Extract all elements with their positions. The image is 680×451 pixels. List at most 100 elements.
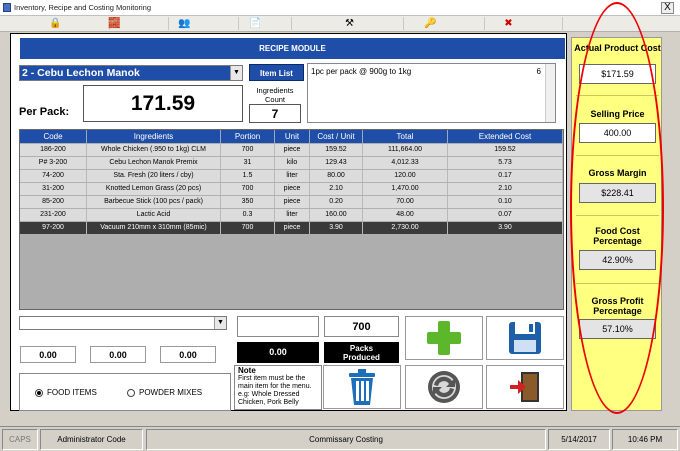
cell-extended-cost: 0.10 (448, 196, 563, 208)
cell-cost-unit: 160.00 (310, 209, 363, 221)
tools-icon: ⚒ (345, 18, 354, 29)
cell-code: 31-200 (20, 183, 87, 195)
radio-checked-icon (35, 388, 43, 397)
ingredients-count-label: Ingredients Count (256, 86, 294, 104)
cell-code: 85-200 (20, 196, 87, 208)
table-row[interactable]: 74-200 Sta. Fresh (20 liters / cby) 1.5 lit… (20, 170, 563, 183)
cell-extended-cost: 159.52 (448, 144, 563, 156)
table-row[interactable]: 97-200 Vacuum 210mm x 310mm (85mic) 700 pie… (20, 222, 563, 235)
cell-total: 111,664.00 (363, 144, 448, 156)
description-text: 1pc per pack @ 900g to 1kg (311, 67, 412, 76)
recipe-select-value: 2 - Cebu Lechon Manok (20, 66, 230, 80)
status-bar: CAPS Administrator Code Commissary Costi… (0, 426, 680, 451)
chevron-down-icon[interactable]: ▼ (230, 66, 242, 80)
cell-code: 186-200 (20, 144, 87, 156)
save-icon (509, 322, 541, 354)
value-box-3[interactable]: 0.00 (160, 346, 216, 363)
cell-total: 2,730.00 (363, 222, 448, 234)
department-indicator: Commissary Costing (146, 429, 546, 450)
cell-cost-unit: 159.52 (310, 144, 363, 156)
cell-total: 4,012.33 (363, 157, 448, 169)
packs-label-line2: Produced (343, 353, 380, 362)
delete-button[interactable] (323, 365, 401, 409)
cell-cost-unit: 0.20 (310, 196, 363, 208)
cell-extended-cost: 5.73 (448, 157, 563, 169)
chevron-down-icon[interactable]: ▼ (214, 317, 226, 329)
value-box-1[interactable]: 0.00 (20, 346, 76, 363)
packs-produced-label: Packs Produced (324, 342, 399, 363)
cell-cost-unit: 80.00 (310, 170, 363, 182)
col-cost-unit[interactable]: Cost / Unit (310, 130, 363, 143)
col-code[interactable]: Code (20, 130, 87, 143)
per-pack-label: Per Pack: (19, 106, 70, 118)
cell-portion: 350 (221, 196, 275, 208)
cell-portion: 0.3 (221, 209, 275, 221)
toolbar-report-button[interactable]: 📄 (220, 17, 292, 30)
cell-portion: 31 (221, 157, 275, 169)
recipe-description-field[interactable]: 1pc per pack @ 900g to 1kg 6 (307, 63, 556, 123)
module-header: RECIPE MODULE (20, 38, 565, 59)
cell-total: 48.00 (363, 209, 448, 221)
packs-label-line1: Packs (349, 344, 374, 353)
radio-food-items[interactable]: FOOD ITEMS (35, 388, 97, 397)
value-box-2[interactable]: 0.00 (90, 346, 146, 363)
note-title: Note (238, 366, 256, 375)
user-indicator: Administrator Code (40, 429, 143, 450)
table-row[interactable]: 85-200 Barbecue Stick (100 pcs / pack) 350… (20, 196, 563, 209)
col-total[interactable]: Total (363, 130, 448, 143)
packs-produced-input[interactable]: 700 (324, 316, 399, 337)
cell-cost-unit: 129.43 (310, 157, 363, 169)
cell-unit: piece (275, 222, 310, 234)
exit-door-icon (510, 372, 539, 402)
description-scrollbar[interactable] (545, 64, 555, 122)
caps-indicator: CAPS (2, 429, 38, 450)
exit-button[interactable] (486, 365, 564, 409)
add-button[interactable] (405, 316, 483, 360)
radio-powder-mixes[interactable]: POWDER MIXES (127, 388, 202, 397)
cell-portion: 1.5 (221, 170, 275, 182)
item-type-group: FOOD ITEMS POWDER MIXES (19, 373, 231, 411)
toolbar: 🔒 🧱 👥 📄 ⚒ 🔑 ✖ (0, 16, 680, 32)
cell-ingredient: Whole Chicken (.950 to 1kg) CLM (87, 144, 221, 156)
cell-code: 74-200 (20, 170, 87, 182)
item-list-button[interactable]: Item List (249, 64, 304, 81)
cell-portion: 700 (221, 144, 275, 156)
table-row[interactable]: 231-200 Lactic Acid 0.3 liter 160.00 48.00 0.0… (20, 209, 563, 222)
cell-ingredient: Knotted Lemon Grass (20 pcs) (87, 183, 221, 195)
close-icon: ✖ (504, 18, 513, 29)
description-number: 6 (536, 67, 541, 76)
lock-icon: 🔒 (49, 18, 62, 29)
col-ingredients[interactable]: Ingredients (87, 130, 221, 143)
cell-code: P# 3-200 (20, 157, 87, 169)
time-indicator: 10:46 PM (612, 429, 678, 450)
annotation-oval (570, 2, 664, 414)
table-row[interactable]: P# 3-200 Cebu Lechon Manok Premix 31 kilo 12… (20, 157, 563, 170)
cell-total: 1,470.00 (363, 183, 448, 195)
col-portion[interactable]: Portion (221, 130, 275, 143)
total-display: 0.00 (237, 342, 319, 363)
per-pack-value: 171.59 (83, 85, 243, 122)
window-close-button[interactable]: X (661, 2, 674, 14)
col-unit[interactable]: Unit (275, 130, 310, 143)
cell-ingredient: Lactic Acid (87, 209, 221, 221)
blank-input[interactable] (237, 316, 319, 337)
table-row[interactable]: 186-200 Whole Chicken (.950 to 1kg) CLM 70… (20, 144, 563, 157)
plus-icon (427, 321, 461, 355)
cell-cost-unit: 2.10 (310, 183, 363, 195)
toolbar-close-button[interactable]: ✖ (455, 17, 563, 30)
cell-ingredient: Cebu Lechon Manok Premix (87, 157, 221, 169)
cell-unit: piece (275, 196, 310, 208)
boxes-icon: 🧱 (108, 18, 121, 29)
window-title: Inventory, Recipe and Costing Monitoring (14, 3, 152, 12)
recipe-select[interactable]: 2 - Cebu Lechon Manok ▼ (19, 65, 243, 81)
bottom-select[interactable]: ▼ (19, 316, 227, 330)
trash-icon (349, 369, 375, 405)
col-extended-cost[interactable]: Extended Cost (448, 130, 563, 143)
title-bar: Inventory, Recipe and Costing Monitoring… (0, 0, 680, 16)
refresh-button[interactable] (405, 365, 483, 409)
save-button[interactable] (486, 316, 564, 360)
cell-unit: kilo (275, 157, 310, 169)
table-row[interactable]: 31-200 Knotted Lemon Grass (20 pcs) 700 pie… (20, 183, 563, 196)
cell-unit: liter (275, 170, 310, 182)
refresh-icon (428, 371, 460, 403)
